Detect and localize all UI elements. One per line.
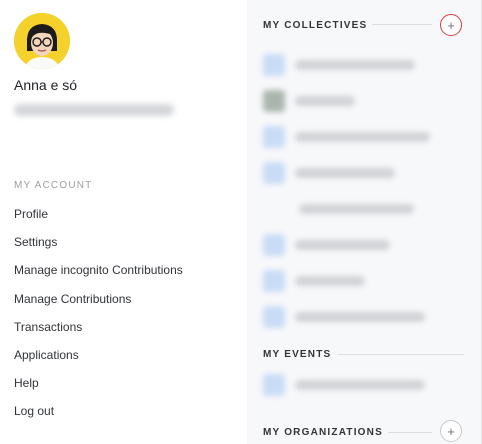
event-logo-icon [263,374,285,396]
menu-item-log-out[interactable]: Log out [14,402,183,430]
account-menu: Profile Settings Manage incognito Contri… [14,205,183,431]
collective-logo-icon [263,54,285,76]
plus-icon: + [447,423,455,439]
menu-item-profile[interactable]: Profile [14,205,183,233]
collective-logo-icon [263,234,285,256]
menu-item-settings[interactable]: Settings [14,233,183,261]
blurred-collective-name [295,168,395,178]
collectives-divider [372,24,432,25]
collective-logo-icon [263,126,285,148]
blurred-user-detail [14,104,174,116]
collective-logo-icon [263,270,285,292]
collective-item[interactable] [263,124,443,148]
user-avatar[interactable] [14,13,70,69]
user-name: Anna e só [14,77,78,93]
collective-item[interactable] [263,268,443,292]
my-collectives-heading: MY COLLECTIVES [263,20,368,31]
blurred-collective-name [295,96,355,106]
blurred-collective-name [299,204,414,214]
account-panel: Anna e só MY ACCOUNT Profile Settings Ma… [0,0,247,444]
collective-item[interactable] [263,88,443,112]
organizations-divider [388,432,432,433]
event-item[interactable] [263,372,443,396]
menu-item-manage-contributions[interactable]: Manage Contributions [14,290,183,318]
menu-item-applications[interactable]: Applications [14,346,183,374]
add-collective-button[interactable]: + [440,14,462,36]
menu-item-transactions[interactable]: Transactions [14,318,183,346]
blurred-collective-name [295,240,390,250]
collective-item[interactable] [263,196,443,220]
add-organization-button[interactable]: + [440,420,462,442]
menu-item-help[interactable]: Help [14,374,183,402]
blurred-collective-name [295,276,365,286]
collective-item[interactable] [263,160,443,184]
collective-item[interactable] [263,232,443,256]
blurred-collective-name [295,132,430,142]
my-organizations-heading: MY ORGANIZATIONS [263,427,383,438]
collective-logo-icon [263,90,285,112]
plus-icon: + [447,17,455,33]
collective-logo-icon [263,162,285,184]
collective-item[interactable] [263,52,443,76]
blurred-event-name [295,380,425,390]
blurred-collective-name [295,312,425,322]
my-events-heading: MY EVENTS [263,349,332,360]
collective-item[interactable] [263,304,443,328]
events-divider [338,354,464,355]
menu-item-manage-incognito-contributions[interactable]: Manage incognito Contributions [14,261,183,289]
blurred-collective-name [295,60,415,70]
collective-logo-icon [263,306,285,328]
my-account-heading: MY ACCOUNT [14,180,93,191]
avatar-portrait-icon [14,13,70,69]
